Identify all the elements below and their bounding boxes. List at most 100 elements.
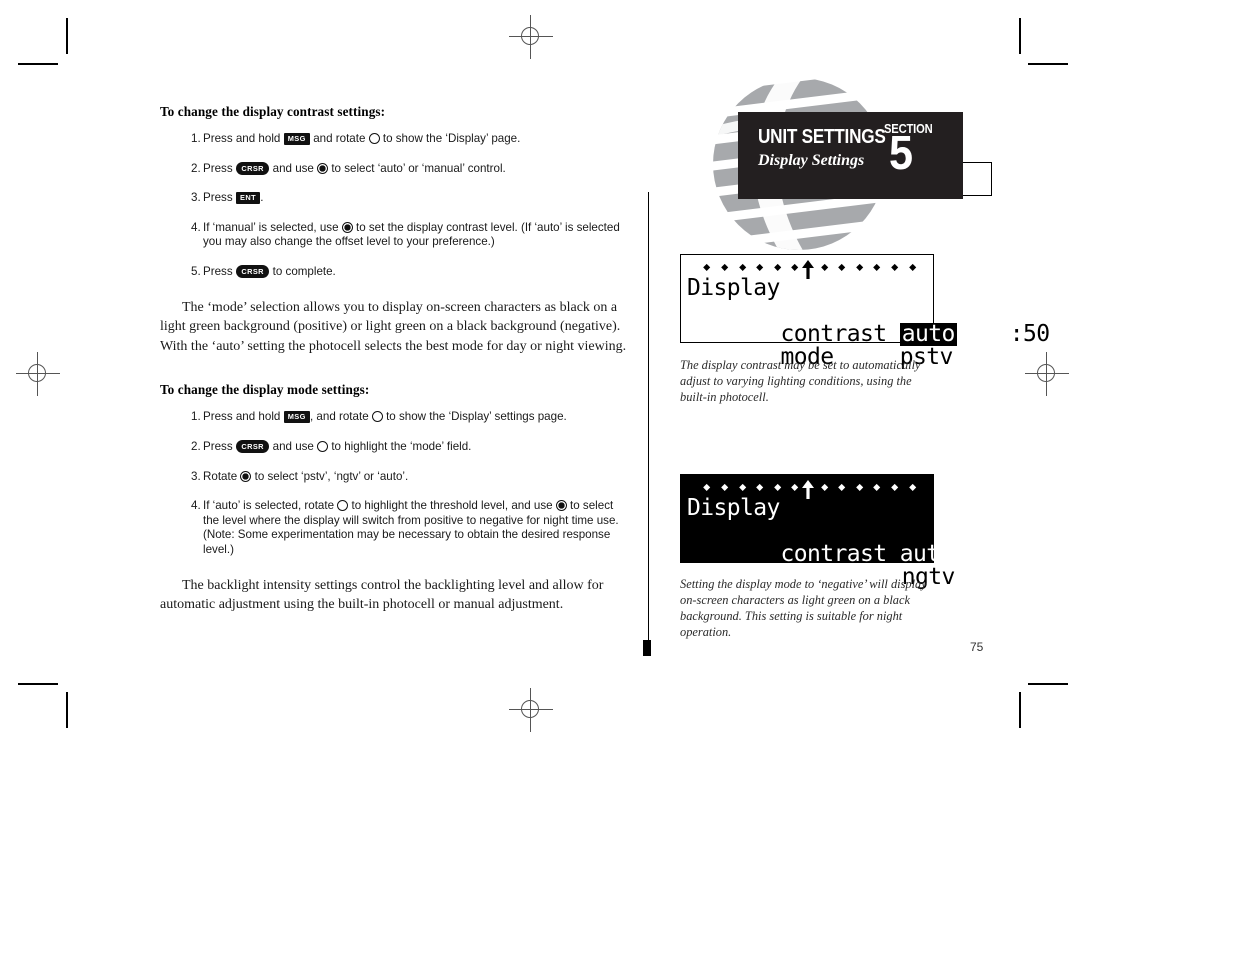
lcd-dot: [756, 263, 764, 272]
key-crsr-icon: CRSR: [235, 440, 270, 454]
lcd-dot: [720, 483, 729, 492]
step-text: Rotate to select ‘pstv’, ‘ngtv’ or ‘auto…: [203, 469, 409, 483]
lcd-dot: [890, 483, 899, 492]
registration-mark-left: [16, 352, 60, 396]
lcd-dot: [738, 483, 747, 492]
step-number: 2.: [191, 439, 201, 453]
outer-knob-icon: [368, 133, 380, 144]
outer-knob-icon: [337, 500, 349, 512]
lcd-dot: [703, 263, 711, 272]
crop-mark-bottom-left-horizontal: [18, 683, 58, 685]
lcd-dot: [908, 483, 917, 492]
instruction-step: 1. Press and hold MSG and rotate to show …: [160, 132, 630, 147]
step-number: 2.: [191, 161, 201, 175]
lcd-dot: [756, 483, 764, 492]
crop-mark-top-right-horizontal: [1028, 63, 1068, 65]
inner-knob-icon: [341, 221, 353, 233]
lcd-dot: [773, 483, 782, 492]
step-text: Press and hold MSG and rotate to show th…: [203, 132, 521, 145]
step-text: Press CRSR and use to select ‘auto’ or ‘…: [203, 161, 506, 175]
section2-steps: 1. Press and hold MSG, and rotate to show…: [160, 410, 630, 557]
lcd-dot: [890, 263, 899, 272]
key-msg-icon: MSG: [283, 410, 310, 424]
step-text: If ‘manual’ is selected, use to set the …: [203, 220, 620, 249]
lcd-dot: [773, 263, 782, 272]
outer-knob-icon: [317, 440, 329, 452]
lcd-dot: [820, 483, 829, 492]
step-text: Press and hold MSG, and rotate to show t…: [203, 410, 567, 424]
step-number: 1.: [191, 410, 201, 424]
header-subtitle: Display Settings: [758, 152, 865, 169]
lcd-dot: [873, 483, 881, 492]
key-crsr-icon: CRSR: [235, 161, 270, 175]
lcd-dot: [720, 263, 729, 272]
lcd-dot: [791, 263, 799, 272]
step-number: 3.: [191, 469, 201, 483]
lcd-dot: [908, 263, 917, 272]
registration-mark-bottom: [509, 688, 553, 732]
section2-heading: To change the display mode settings:: [160, 382, 370, 398]
manual-page: To change the display contrast settings:…: [0, 0, 1235, 954]
lcd-positive-line1: Display: [687, 275, 780, 301]
lcd-dot: [855, 263, 864, 272]
instruction-step: 5. Press CRSR to complete.: [160, 265, 630, 280]
column-divider-end-marker: [643, 640, 651, 656]
up-arrow-icon: [802, 260, 814, 279]
crop-mark-bottom-right-vertical: [1019, 692, 1021, 728]
instruction-step: 4. If ‘manual’ is selected, use to set th…: [160, 221, 630, 250]
section1-heading: To change the display contrast settings:: [160, 104, 386, 119]
instruction-step: 2. Press CRSR and use to highlight the ‘m…: [160, 440, 630, 455]
step-number: 3.: [191, 191, 201, 205]
lcd-negative-contrast-offset: :50: [1018, 541, 1059, 567]
step-text: Press CRSR to complete.: [203, 264, 336, 279]
lcd-dot: [791, 483, 799, 492]
crop-mark-top-right-vertical: [1019, 18, 1021, 54]
step-text: Press ENT.: [203, 191, 264, 205]
lcd-screen-negative: Display contrast auto :50 mode ngtv: [680, 474, 1059, 589]
key-msg-icon: MSG: [283, 132, 310, 145]
instruction-step: 3. Press ENT.: [160, 191, 630, 206]
instruction-step: 1. Press and hold MSG, and rotate to show…: [160, 410, 630, 425]
paragraph-mode-selection: The ‘mode’ selection allows you to displ…: [160, 299, 627, 354]
step-number: 5.: [191, 264, 201, 278]
registration-mark-top: [509, 15, 553, 59]
instruction-step: 4. If ‘auto’ is selected, rotate to highl…: [160, 499, 630, 557]
lcd-negative-line1: Display: [687, 495, 780, 521]
lcd-dot: [855, 483, 864, 492]
up-arrow-icon: [802, 480, 814, 499]
key-ent-icon: ENT: [235, 191, 261, 205]
instruction-step: 2. Press CRSR and use to select ‘auto’ or…: [160, 162, 630, 177]
outer-knob-icon: [371, 411, 383, 423]
lcd-dot: [738, 263, 747, 272]
crop-mark-bottom-left-vertical: [66, 692, 68, 728]
step-number: 4.: [191, 220, 201, 234]
lcd-positive-contrast-offset: :50: [1009, 321, 1050, 347]
step-number: 1.: [191, 132, 201, 145]
page-number: 75: [970, 640, 984, 654]
instruction-step: 3. Rotate to select ‘pstv’, ‘ngtv’ or ‘au…: [160, 470, 630, 485]
caption-negative: Setting the display mode to ‘negative’ w…: [680, 577, 927, 639]
column-divider-rule: [648, 192, 650, 644]
header-section-number: 5: [889, 127, 913, 180]
key-crsr-icon: CRSR: [235, 265, 270, 279]
lcd-dot: [873, 263, 881, 272]
crop-mark-top-left-horizontal: [18, 63, 58, 65]
step-text: Press CRSR and use to highlight the ‘mod…: [203, 439, 472, 454]
lcd-screen-positive: Display contrast auto :50 mode pstv: [680, 254, 1050, 369]
section1-steps: 1. Press and hold MSG and rotate to show …: [160, 132, 630, 280]
lcd-dot: [820, 263, 829, 272]
lcd-dot: [703, 483, 711, 492]
inner-knob-icon: [555, 500, 567, 512]
section-header-bar: UNIT SETTINGS Display Settings SECTION 5: [738, 112, 963, 199]
step-text: If ‘auto’ is selected, rotate to highlig…: [203, 499, 619, 556]
inner-knob-icon: [240, 470, 252, 482]
step-number: 4.: [191, 499, 201, 513]
crop-mark-top-left-vertical: [66, 18, 68, 54]
header-title: UNIT SETTINGS: [758, 126, 886, 148]
crop-mark-bottom-right-horizontal: [1028, 683, 1068, 685]
lcd-dot: [838, 483, 846, 492]
caption-positive: The display contrast may be set to autom…: [680, 358, 921, 404]
inner-knob-icon: [317, 162, 329, 174]
instructions-column: To change the display contrast settings:…: [160, 104, 630, 615]
paragraph-backlight: The backlight intensity settings control…: [160, 577, 604, 613]
